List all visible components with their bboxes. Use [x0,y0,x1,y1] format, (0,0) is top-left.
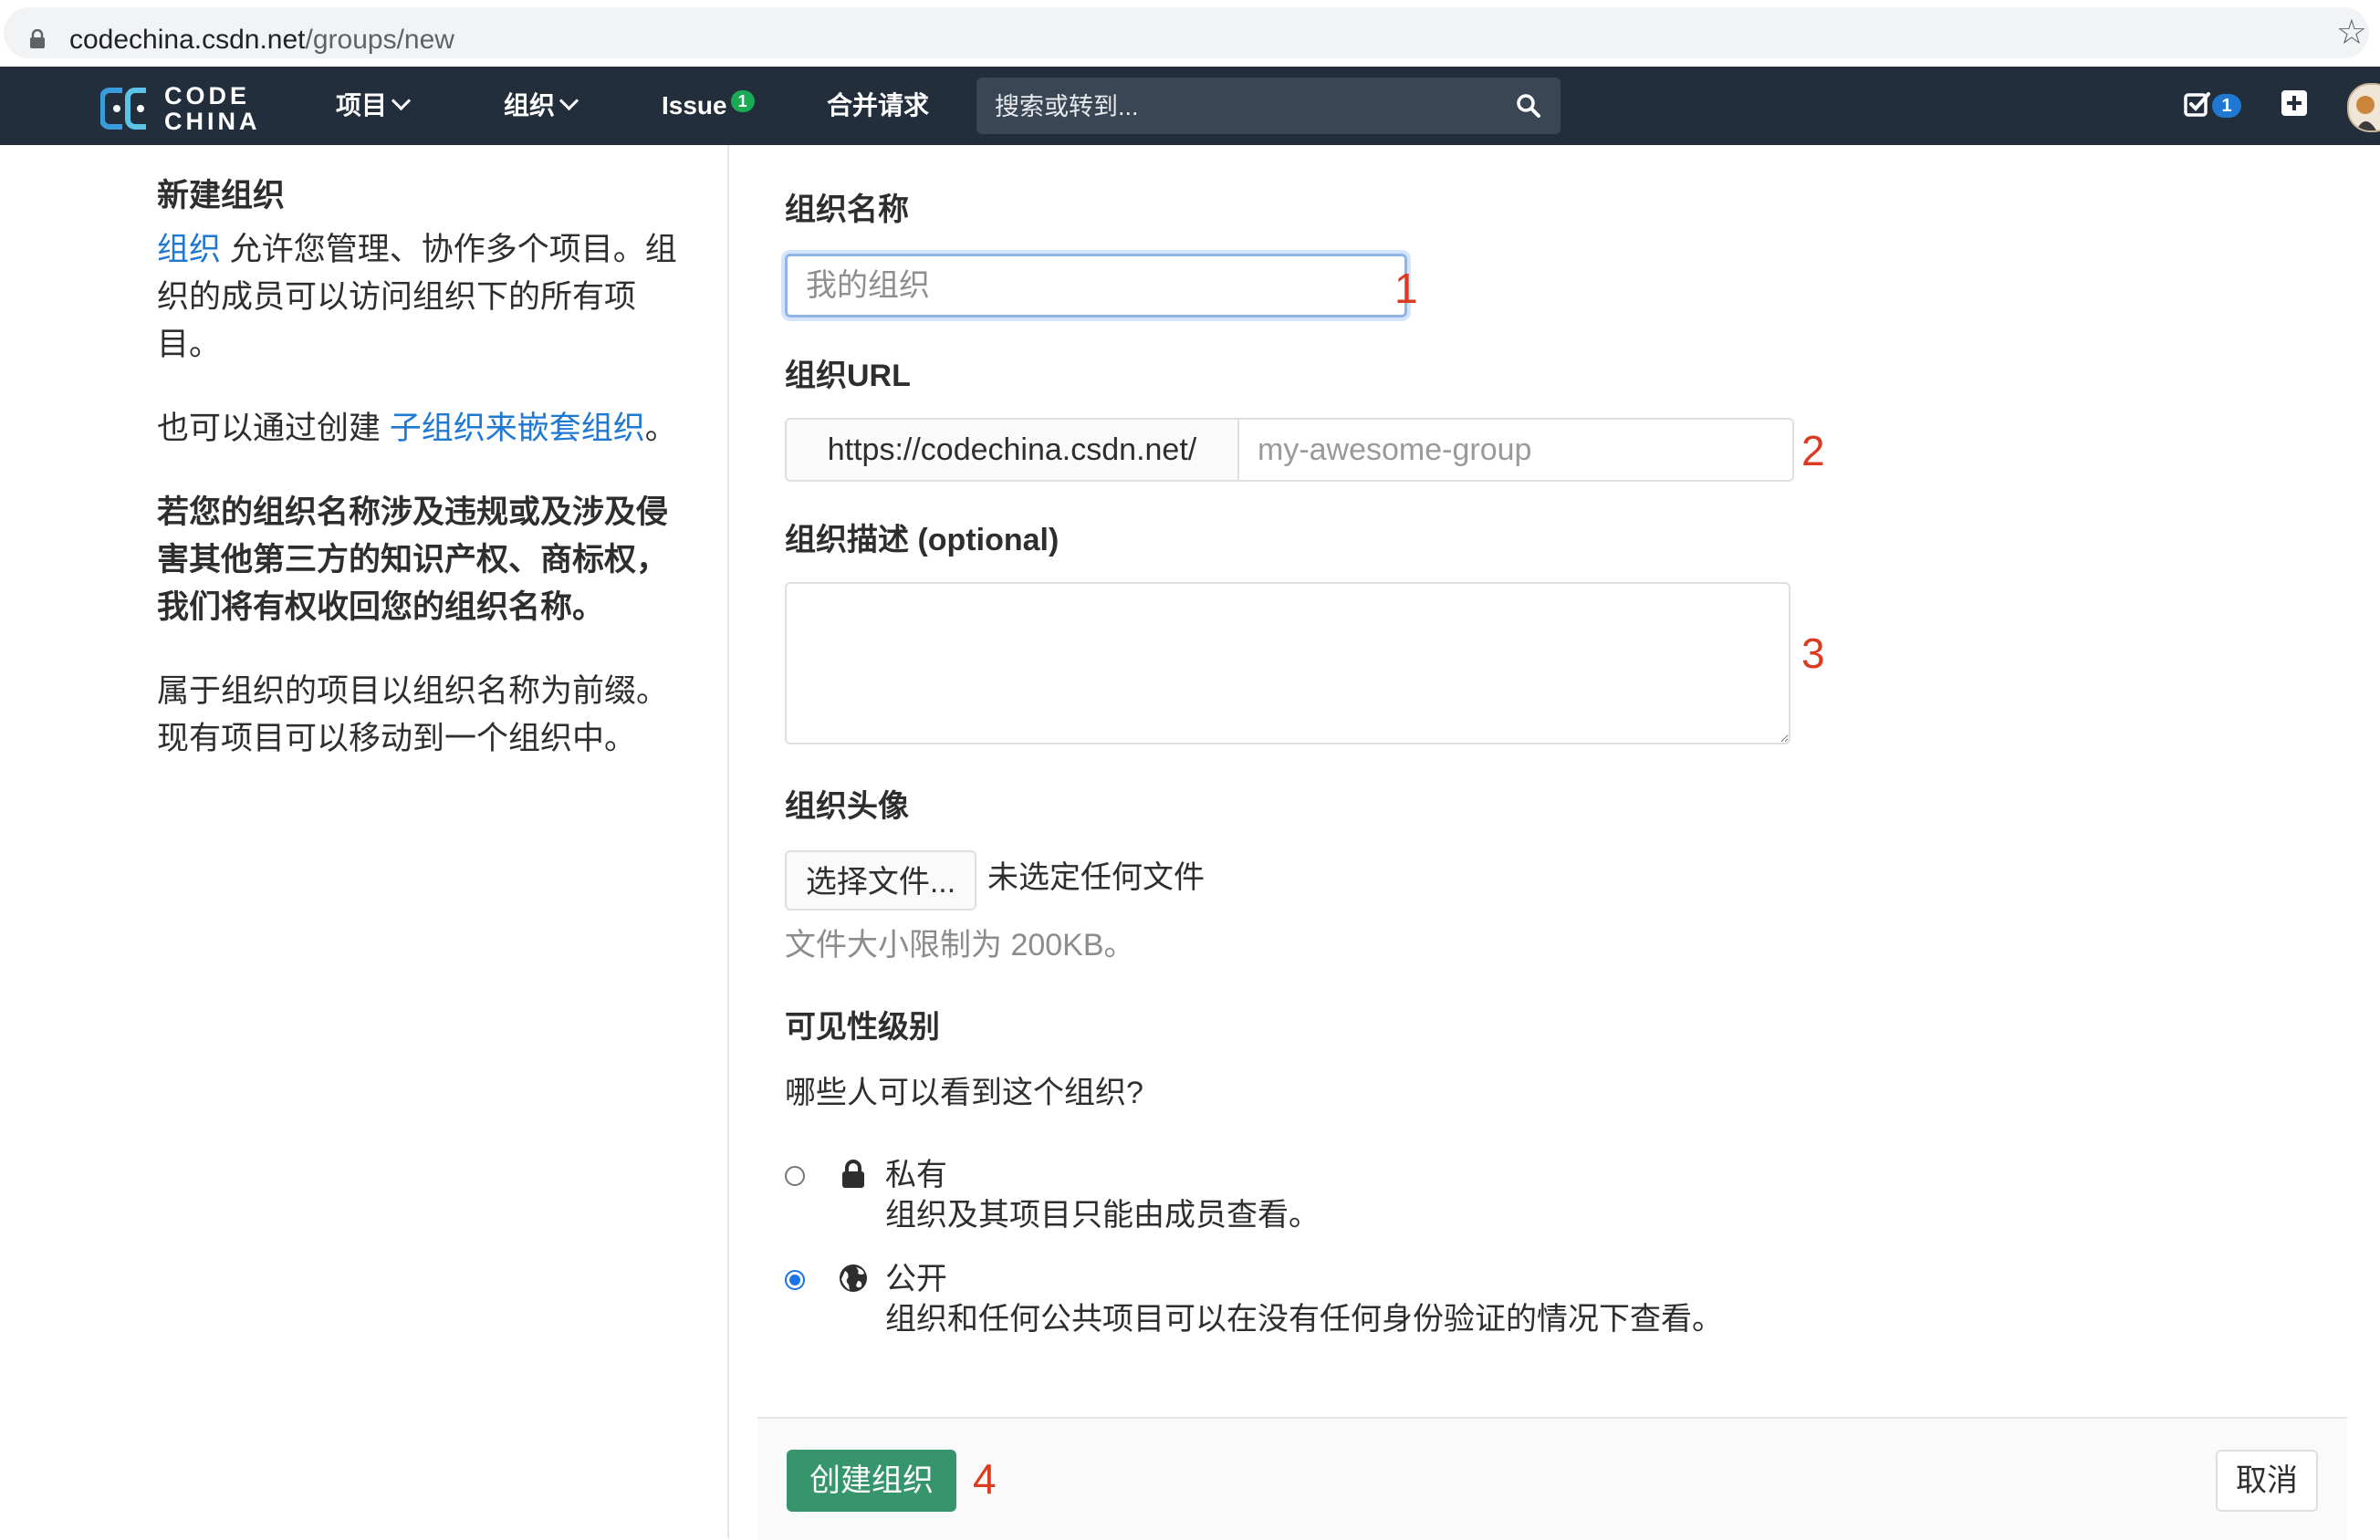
group-description-textarea[interactable] [785,582,1790,744]
codechina-logo[interactable]: CODE CHINA [100,81,265,134]
globe-icon [840,1264,867,1292]
form-actions-bar: 创建组织 4 取消 [757,1417,2347,1540]
subgroup-paragraph: 也可以通过创建 子组织来嵌套组织。 [157,405,686,453]
group-url-label: 组织URL [785,359,911,393]
visibility-public-title[interactable]: 公开 [885,1259,947,1299]
choose-file-button[interactable]: 选择文件... [785,850,976,910]
nav-merge-requests[interactable]: 合并请求 [827,67,929,145]
annotation-4: 4 [973,1455,997,1503]
bookmark-star-icon[interactable]: ☆ [2336,15,2367,51]
search-box[interactable] [976,78,1561,136]
url-bar[interactable]: codechina.csdn.net/groups/new [4,7,2369,58]
file-size-hint: 文件大小限制为 200KB。 [785,928,1135,962]
groups-help-link[interactable]: 组织 [157,232,221,267]
visibility-level-label: 可见性级别 [785,1010,940,1045]
browser-address-bar: codechina.csdn.net/groups/new ☆ [0,0,2380,67]
group-url-field: https://codechina.csdn.net/ [785,418,1794,482]
visibility-private-desc: 组织及其项目只能由成员查看。 [885,1198,1320,1233]
logo-mark-icon [100,88,146,130]
file-status-text: 未选定任何文件 [987,860,1205,895]
visibility-public-desc: 组织和任何公共项目可以在没有任何身份验证的情况下查看。 [885,1302,1723,1337]
chevron-down-icon [558,90,579,111]
search-input[interactable] [993,78,1508,136]
annotation-1: 1 [1394,265,1418,312]
avatar-image [2356,96,2376,130]
visibility-private-title[interactable]: 私有 [885,1155,947,1195]
nav-merge-requests-label: 合并请求 [827,91,930,120]
group-name-label: 组织名称 [785,192,909,227]
create-group-button[interactable]: 创建组织 [787,1450,956,1512]
annotation-3: 3 [1801,630,1825,677]
nav-issues[interactable]: Issue 1 [662,67,755,145]
subgroup-text-end: 。 [644,411,677,446]
todos-count-badge: 1 [2212,94,2241,118]
project-prefix-paragraph: 属于组织的项目以组织名称为前缀。现有项目可以移动到一个组织中。 [157,673,669,756]
user-avatar[interactable] [2347,83,2380,132]
url-domain: codechina.csdn.net [69,25,306,55]
group-url-prefix: https://codechina.csdn.net/ [787,420,1239,480]
nav-projects-label: 项目 [336,91,388,120]
subgroup-text: 也可以通过创建 [157,411,390,446]
column-divider [727,145,729,1538]
nav-issues-label: Issue [662,91,727,120]
top-navbar: CODE CHINA 项目 组织 Issue1 合并请求 1 [0,67,2380,145]
lock-icon [842,1160,864,1188]
intro-paragraph: 组织 允许您管理、协作多个项目。组织的成员可以访问组织下的所有项目。 [157,226,686,369]
info-sidebar: 新建组织 组织 允许您管理、协作多个项目。组织的成员可以访问组织下的所有项目。 … [157,173,686,799]
cancel-button[interactable]: 取消 [2216,1450,2318,1512]
logo-line1: CODE [164,82,251,109]
group-path-input[interactable] [1239,420,1792,480]
page-heading: 新建组织 [157,178,286,213]
nav-projects[interactable]: 项目 [336,67,412,145]
group-name-input[interactable] [785,254,1407,317]
visibility-question: 哪些人可以看到这个组织? [785,1076,1143,1110]
new-item-plus-icon[interactable] [2281,90,2307,116]
visibility-public-radio[interactable] [785,1270,805,1290]
issues-count-badge: 1 [730,90,755,112]
group-description-label: 组织描述 (optional) [785,523,1060,557]
nav-groups-label: 组织 [504,91,556,120]
subgroups-help-link[interactable]: 子组织来嵌套组织 [390,411,645,446]
annotation-2: 2 [1801,427,1825,474]
logo-line2: CHINA [164,108,261,135]
search-icon[interactable] [1515,92,1542,120]
nav-groups[interactable]: 组织 [504,67,579,145]
url-path: /groups/new [305,25,454,55]
intro-text: 允许您管理、协作多个项目。组织的成员可以访问组织下的所有项目。 [157,232,677,362]
legal-warning-paragraph: 若您的组织名称涉及违规或及涉及侵害其他第三方的知识产权、商标权，我们将有权收回您… [157,494,669,625]
url-text[interactable]: codechina.csdn.net/groups/new [69,22,454,58]
todo-check-icon [2184,92,2210,117]
lock-icon[interactable] [29,29,46,49]
logo-text: CODE CHINA [164,83,261,134]
visibility-private-radio[interactable] [785,1166,805,1186]
chevron-down-icon [391,90,412,111]
group-avatar-label: 组织头像 [785,789,909,824]
